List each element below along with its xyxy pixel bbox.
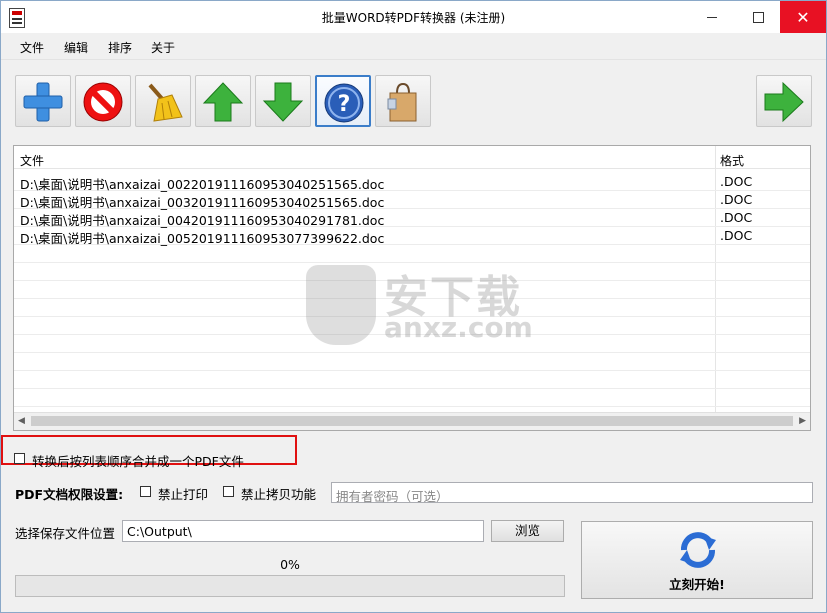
scroll-left-icon[interactable]: ◀ bbox=[18, 416, 25, 426]
clear-broom-icon bbox=[148, 83, 183, 122]
empty-row bbox=[14, 370, 810, 389]
owner-password-input[interactable]: 拥有者密码（可选） bbox=[331, 482, 813, 504]
move-down-icon bbox=[262, 82, 304, 122]
progress-bar bbox=[15, 575, 565, 597]
remove-icon bbox=[83, 82, 123, 122]
start-button-label: 立刻开始! bbox=[669, 577, 725, 592]
output-location-label: 选择保存文件位置 bbox=[15, 526, 116, 541]
minimize-icon bbox=[707, 16, 717, 18]
start-button[interactable]: 立刻开始! bbox=[581, 521, 813, 599]
close-button[interactable]: ✕ bbox=[780, 1, 826, 33]
file-format: .DOC bbox=[720, 174, 753, 189]
list-header: 文件 格式 bbox=[14, 146, 810, 169]
no-copy-label[interactable]: 禁止拷贝功能 bbox=[241, 484, 316, 503]
merge-label[interactable]: 转换后按列表顺序合并成一个PDF文件 bbox=[32, 451, 244, 470]
merge-checkbox[interactable] bbox=[14, 453, 25, 464]
move-down-button[interactable] bbox=[255, 75, 311, 127]
clear-list-button[interactable] bbox=[135, 75, 191, 127]
next-step-button[interactable] bbox=[756, 75, 812, 127]
menu-edit[interactable]: 编辑 bbox=[64, 39, 88, 56]
remove-file-button[interactable] bbox=[75, 75, 131, 127]
list-item[interactable]: D:\桌面\说明书\anxaizai_004201911160953040291… bbox=[14, 208, 810, 228]
title-bar: 批量WORD转PDF转换器 (未注册) ✕ bbox=[1, 1, 826, 33]
scrollbar-thumb[interactable] bbox=[31, 416, 793, 426]
watermark-shield-icon bbox=[306, 265, 376, 345]
refresh-icon bbox=[680, 532, 716, 568]
add-icon bbox=[23, 82, 63, 122]
buy-button[interactable] bbox=[375, 75, 431, 127]
progress-text: 0% bbox=[280, 557, 300, 572]
no-copy-checkbox[interactable] bbox=[223, 486, 234, 497]
browse-button[interactable]: 浏览 bbox=[491, 520, 564, 542]
move-up-button[interactable] bbox=[195, 75, 251, 127]
list-item[interactable]: D:\桌面\说明书\anxaizai_002201911160953040251… bbox=[14, 172, 810, 192]
maximize-icon bbox=[752, 11, 764, 23]
menu-about[interactable]: 关于 bbox=[151, 39, 175, 56]
permissions-label: PDF文档权限设置: bbox=[15, 487, 124, 502]
empty-row bbox=[14, 388, 810, 407]
no-print-label[interactable]: 禁止打印 bbox=[158, 484, 208, 503]
help-icon: ? bbox=[324, 83, 364, 123]
add-file-button[interactable] bbox=[15, 75, 71, 127]
output-path-input[interactable]: C:\Output\ bbox=[122, 520, 484, 542]
menu-bar: 文件 编辑 排序 关于 bbox=[1, 33, 826, 60]
column-header-format[interactable]: 格式 bbox=[720, 152, 744, 169]
next-arrow-icon bbox=[764, 81, 804, 123]
move-up-icon bbox=[202, 82, 244, 122]
file-format: .DOC bbox=[720, 228, 753, 243]
close-icon: ✕ bbox=[796, 7, 810, 27]
list-item[interactable]: D:\桌面\说明书\anxaizai_003201911160953040251… bbox=[14, 190, 810, 210]
minimize-button[interactable] bbox=[689, 1, 735, 33]
main-window: 批量WORD转PDF转换器 (未注册) ✕ 文件 编辑 排序 关于 ? 文件 格… bbox=[0, 0, 827, 613]
empty-row bbox=[14, 352, 810, 371]
column-header-file[interactable]: 文件 bbox=[20, 152, 44, 169]
maximize-button[interactable] bbox=[735, 1, 781, 33]
help-button[interactable]: ? bbox=[315, 75, 371, 127]
scroll-right-icon[interactable]: ▶ bbox=[799, 416, 806, 426]
file-format: .DOC bbox=[720, 210, 753, 225]
horizontal-scrollbar[interactable]: ◀ ▶ bbox=[14, 412, 810, 430]
shopping-bag-icon bbox=[387, 82, 417, 122]
watermark: 安下载 anxz.com bbox=[306, 265, 533, 349]
menu-sort[interactable]: 排序 bbox=[108, 39, 132, 56]
file-format: .DOC bbox=[720, 192, 753, 207]
no-print-checkbox[interactable] bbox=[140, 486, 151, 497]
list-item[interactable]: D:\桌面\说明书\anxaizai_005201911160953077399… bbox=[14, 226, 810, 246]
menu-file[interactable]: 文件 bbox=[20, 39, 44, 56]
svg-text:?: ? bbox=[338, 92, 351, 117]
watermark-domain: anxz.com bbox=[384, 311, 533, 344]
